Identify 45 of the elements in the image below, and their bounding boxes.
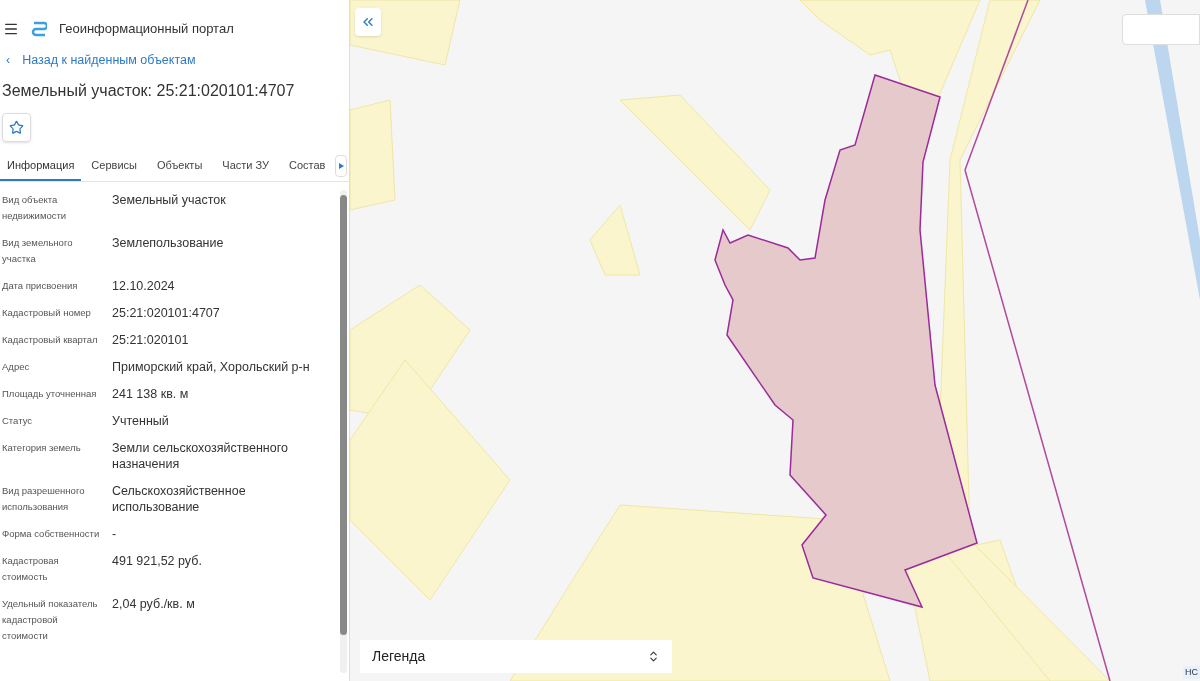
tab[interactable]: Части ЗУ — [212, 151, 279, 181]
attribute-value: 491 921,52 руб. — [112, 552, 203, 570]
attribute-label: Вид земельного участка — [2, 235, 74, 266]
up-down-icon — [647, 650, 660, 663]
attribute-label: Категория земель — [2, 440, 82, 455]
attribute-value: Землепользование — [112, 234, 225, 252]
attribute-label: Кадастровый номер — [2, 305, 92, 320]
caret-icon — [338, 162, 344, 169]
attribute-value: - — [112, 525, 118, 542]
attribute-value: 241 138 кв. м — [112, 385, 190, 402]
attribute-label: Удельный показатель кадастровой стоимости — [2, 596, 99, 643]
favorite-button[interactable] — [2, 112, 31, 142]
logo-icon — [31, 21, 47, 37]
attribute-value: 2,04 руб./кв. м — [112, 595, 196, 613]
attribute-value: 25:21:020101:4707 — [112, 304, 221, 321]
tab[interactable]: Состав — [279, 151, 336, 181]
tab[interactable]: Информация — [0, 151, 82, 181]
tab[interactable]: Объекты — [146, 151, 213, 181]
attribute-label: Кадастровая стоимость — [2, 553, 60, 584]
app-title: Геоинформационный портал — [59, 20, 234, 39]
attribute-label: Статус — [2, 413, 34, 428]
attribute-label: Дата присвоения — [2, 278, 79, 293]
scrollbar[interactable] — [340, 189, 347, 673]
attribute-label: Кадастровый квартал — [2, 332, 99, 347]
back-link[interactable]: ‹ Назад к найденным объектам — [0, 51, 349, 70]
attribute-value: Земли сельскохозяйственного назначения — [112, 439, 289, 472]
tab[interactable]: Сервисы — [81, 151, 147, 181]
attribute-value: Земельный участок — [112, 191, 227, 209]
attribute-label: Адрес — [2, 359, 31, 374]
scroll-right-button[interactable] — [335, 154, 347, 177]
search-field[interactable] — [1122, 14, 1200, 45]
attribute-value: Учтенный — [112, 412, 170, 429]
attribute-label: Вид разрешенного использования — [2, 483, 86, 514]
object-title: Земельный участок: 25:21:020101:4707 — [1, 80, 296, 101]
attribute-label: Площадь уточненная — [2, 386, 98, 401]
attribute-value: Приморский край, Хорольский р-н — [112, 358, 311, 375]
attribute-value: 25:21:020101 — [112, 331, 190, 348]
legend-dropdown[interactable]: Легенда — [360, 640, 672, 673]
attribute-label: Вид объекта недвижимости — [2, 192, 68, 223]
attribute-value: Сельскохозяйственное использование — [112, 482, 247, 515]
menu-icon[interactable] — [3, 21, 19, 37]
attribute-value: 12.10.2024 — [112, 277, 176, 294]
collapse-panel-button[interactable] — [355, 8, 381, 36]
star-icon — [9, 119, 24, 135]
attribute-label: Форма собственности — [2, 526, 101, 541]
